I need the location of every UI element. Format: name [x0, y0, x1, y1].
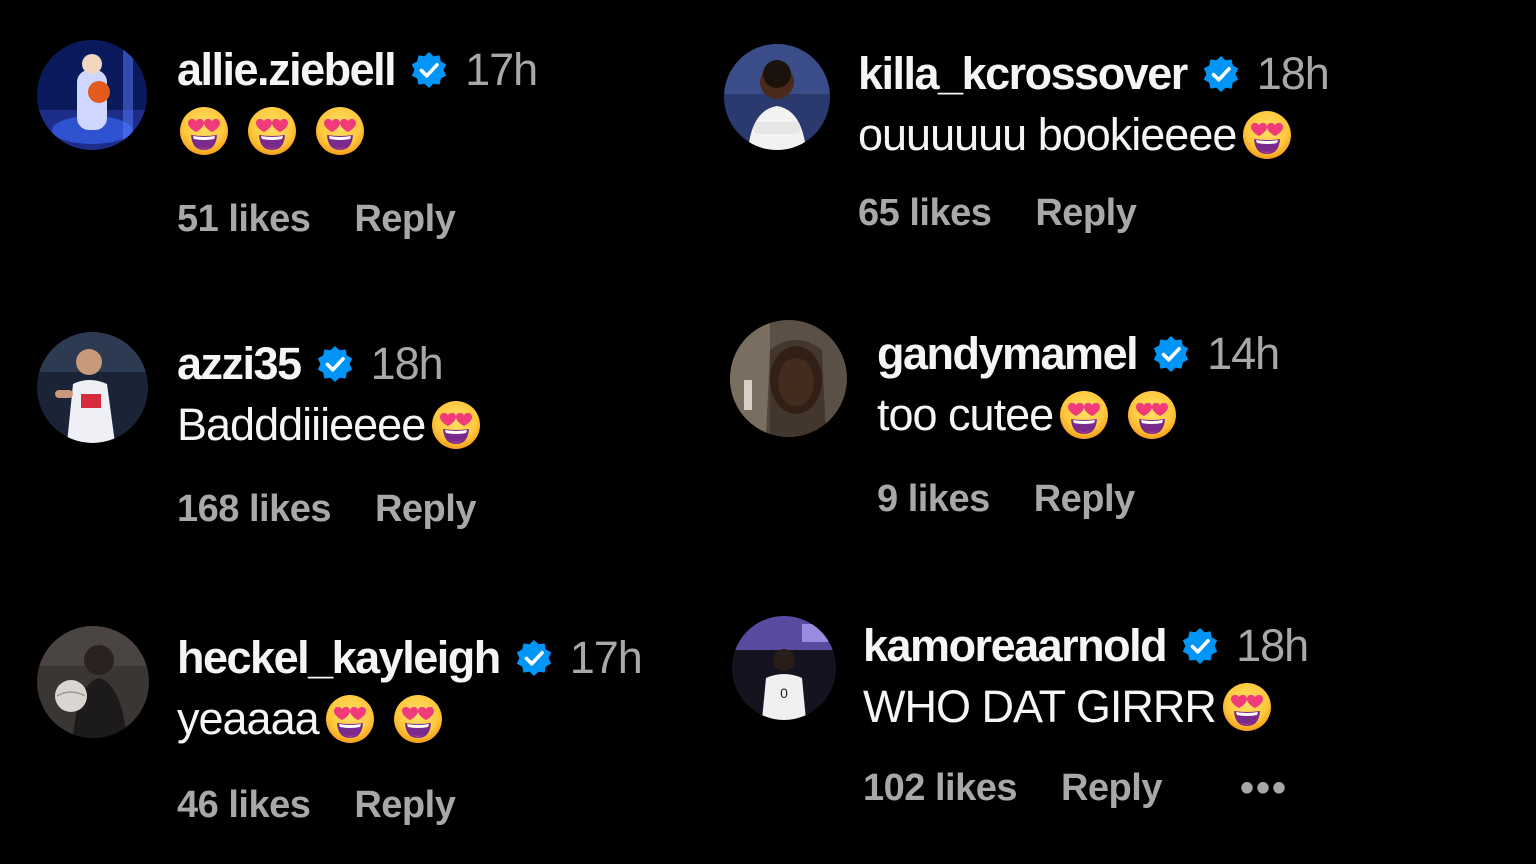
comment-text-content: Badddiiieeee	[177, 399, 426, 450]
verified-badge-icon	[1180, 626, 1220, 666]
heart-eyes-emoji-icon	[1240, 108, 1294, 162]
timestamp[interactable]: 18h	[371, 338, 444, 390]
avatar[interactable]	[37, 626, 149, 738]
avatar[interactable]	[37, 40, 147, 150]
comment-text	[177, 100, 537, 162]
username[interactable]: azzi35	[177, 338, 302, 390]
timestamp[interactable]: 17h	[465, 44, 538, 96]
heart-eyes-emoji-icon	[323, 692, 377, 746]
comment-text: Badddiiieeee	[177, 394, 497, 456]
likes-count[interactable]: 9 likes	[877, 478, 990, 521]
avatar[interactable]: 0	[732, 616, 836, 720]
timestamp[interactable]: 18h	[1257, 48, 1330, 100]
comment-header: kamoreaarnold 18h	[863, 616, 1309, 676]
timestamp[interactable]: 17h	[570, 632, 643, 684]
username[interactable]: kamoreaarnold	[863, 620, 1168, 672]
reply-button[interactable]: Reply	[1035, 192, 1136, 235]
svg-text:0: 0	[780, 685, 788, 701]
likes-count[interactable]: 51 likes	[177, 198, 311, 241]
username[interactable]: heckel_kayleigh	[177, 632, 501, 684]
reply-button[interactable]: Reply	[354, 198, 455, 241]
heart-eyes-emoji-icon	[245, 104, 299, 158]
username[interactable]: killa_kcrossover	[858, 48, 1188, 100]
heart-eyes-emoji-icon	[391, 692, 445, 746]
likes-count[interactable]: 168 likes	[177, 488, 331, 531]
timestamp[interactable]: 18h	[1236, 620, 1309, 672]
reply-button[interactable]: Reply	[375, 488, 476, 531]
comment-actions: 9 likes Reply	[877, 478, 1279, 521]
comment-actions: 168 likes Reply	[177, 488, 497, 531]
comment-header: heckel_kayleigh 17h	[177, 628, 643, 688]
likes-count[interactable]: 46 likes	[177, 784, 311, 827]
reply-button[interactable]: Reply	[1034, 478, 1135, 521]
heart-eyes-emoji-icon	[177, 104, 231, 158]
timestamp[interactable]: 14h	[1207, 328, 1280, 380]
avatar[interactable]	[724, 44, 830, 150]
likes-count[interactable]: 102 likes	[863, 767, 1017, 810]
comment-text-content: ouuuuuu bookieeee	[858, 109, 1237, 160]
avatar[interactable]	[37, 332, 148, 443]
verified-badge-icon	[1151, 334, 1191, 374]
heart-eyes-emoji-icon	[1125, 388, 1179, 442]
heart-eyes-emoji-icon	[313, 104, 367, 158]
comment-text-content: too cutee	[877, 389, 1054, 440]
heart-eyes-emoji-icon	[429, 398, 483, 452]
heart-eyes-emoji-icon	[1057, 388, 1111, 442]
comment-header: allie.ziebell 17h	[177, 40, 538, 100]
comment-header: gandymamel 14h	[877, 324, 1280, 384]
heart-eyes-emoji-icon	[1220, 680, 1274, 734]
comment-text-content: WHO DAT GIRRR	[863, 681, 1217, 732]
verified-badge-icon	[514, 638, 554, 678]
comment-header: azzi35 18h	[177, 334, 497, 394]
comment-actions: 102 likes Reply •••	[863, 766, 1308, 811]
verified-badge-icon	[409, 50, 449, 90]
comment-text-content: yeaaaa	[177, 693, 320, 744]
comment-actions: 46 likes Reply	[177, 784, 642, 827]
comment-text: too cutee	[877, 384, 1279, 446]
comment-text: WHO DAT GIRRR	[863, 676, 1308, 738]
avatar[interactable]	[730, 320, 847, 437]
comment-header: killa_kcrossover 18h	[858, 44, 1330, 104]
comment-text: yeaaaa	[177, 688, 642, 750]
comment-actions: 65 likes Reply	[858, 192, 1329, 235]
comment-actions: 51 likes Reply	[177, 198, 537, 241]
reply-button[interactable]: Reply	[354, 784, 455, 827]
likes-count[interactable]: 65 likes	[858, 192, 992, 235]
reply-button[interactable]: Reply	[1061, 767, 1162, 810]
comment-text: ouuuuuu bookieeee	[858, 104, 1329, 166]
username[interactable]: allie.ziebell	[177, 44, 397, 96]
username[interactable]: gandymamel	[877, 328, 1139, 380]
verified-badge-icon	[315, 344, 355, 384]
verified-badge-icon	[1201, 54, 1241, 94]
more-options-icon[interactable]: •••	[1240, 766, 1288, 811]
